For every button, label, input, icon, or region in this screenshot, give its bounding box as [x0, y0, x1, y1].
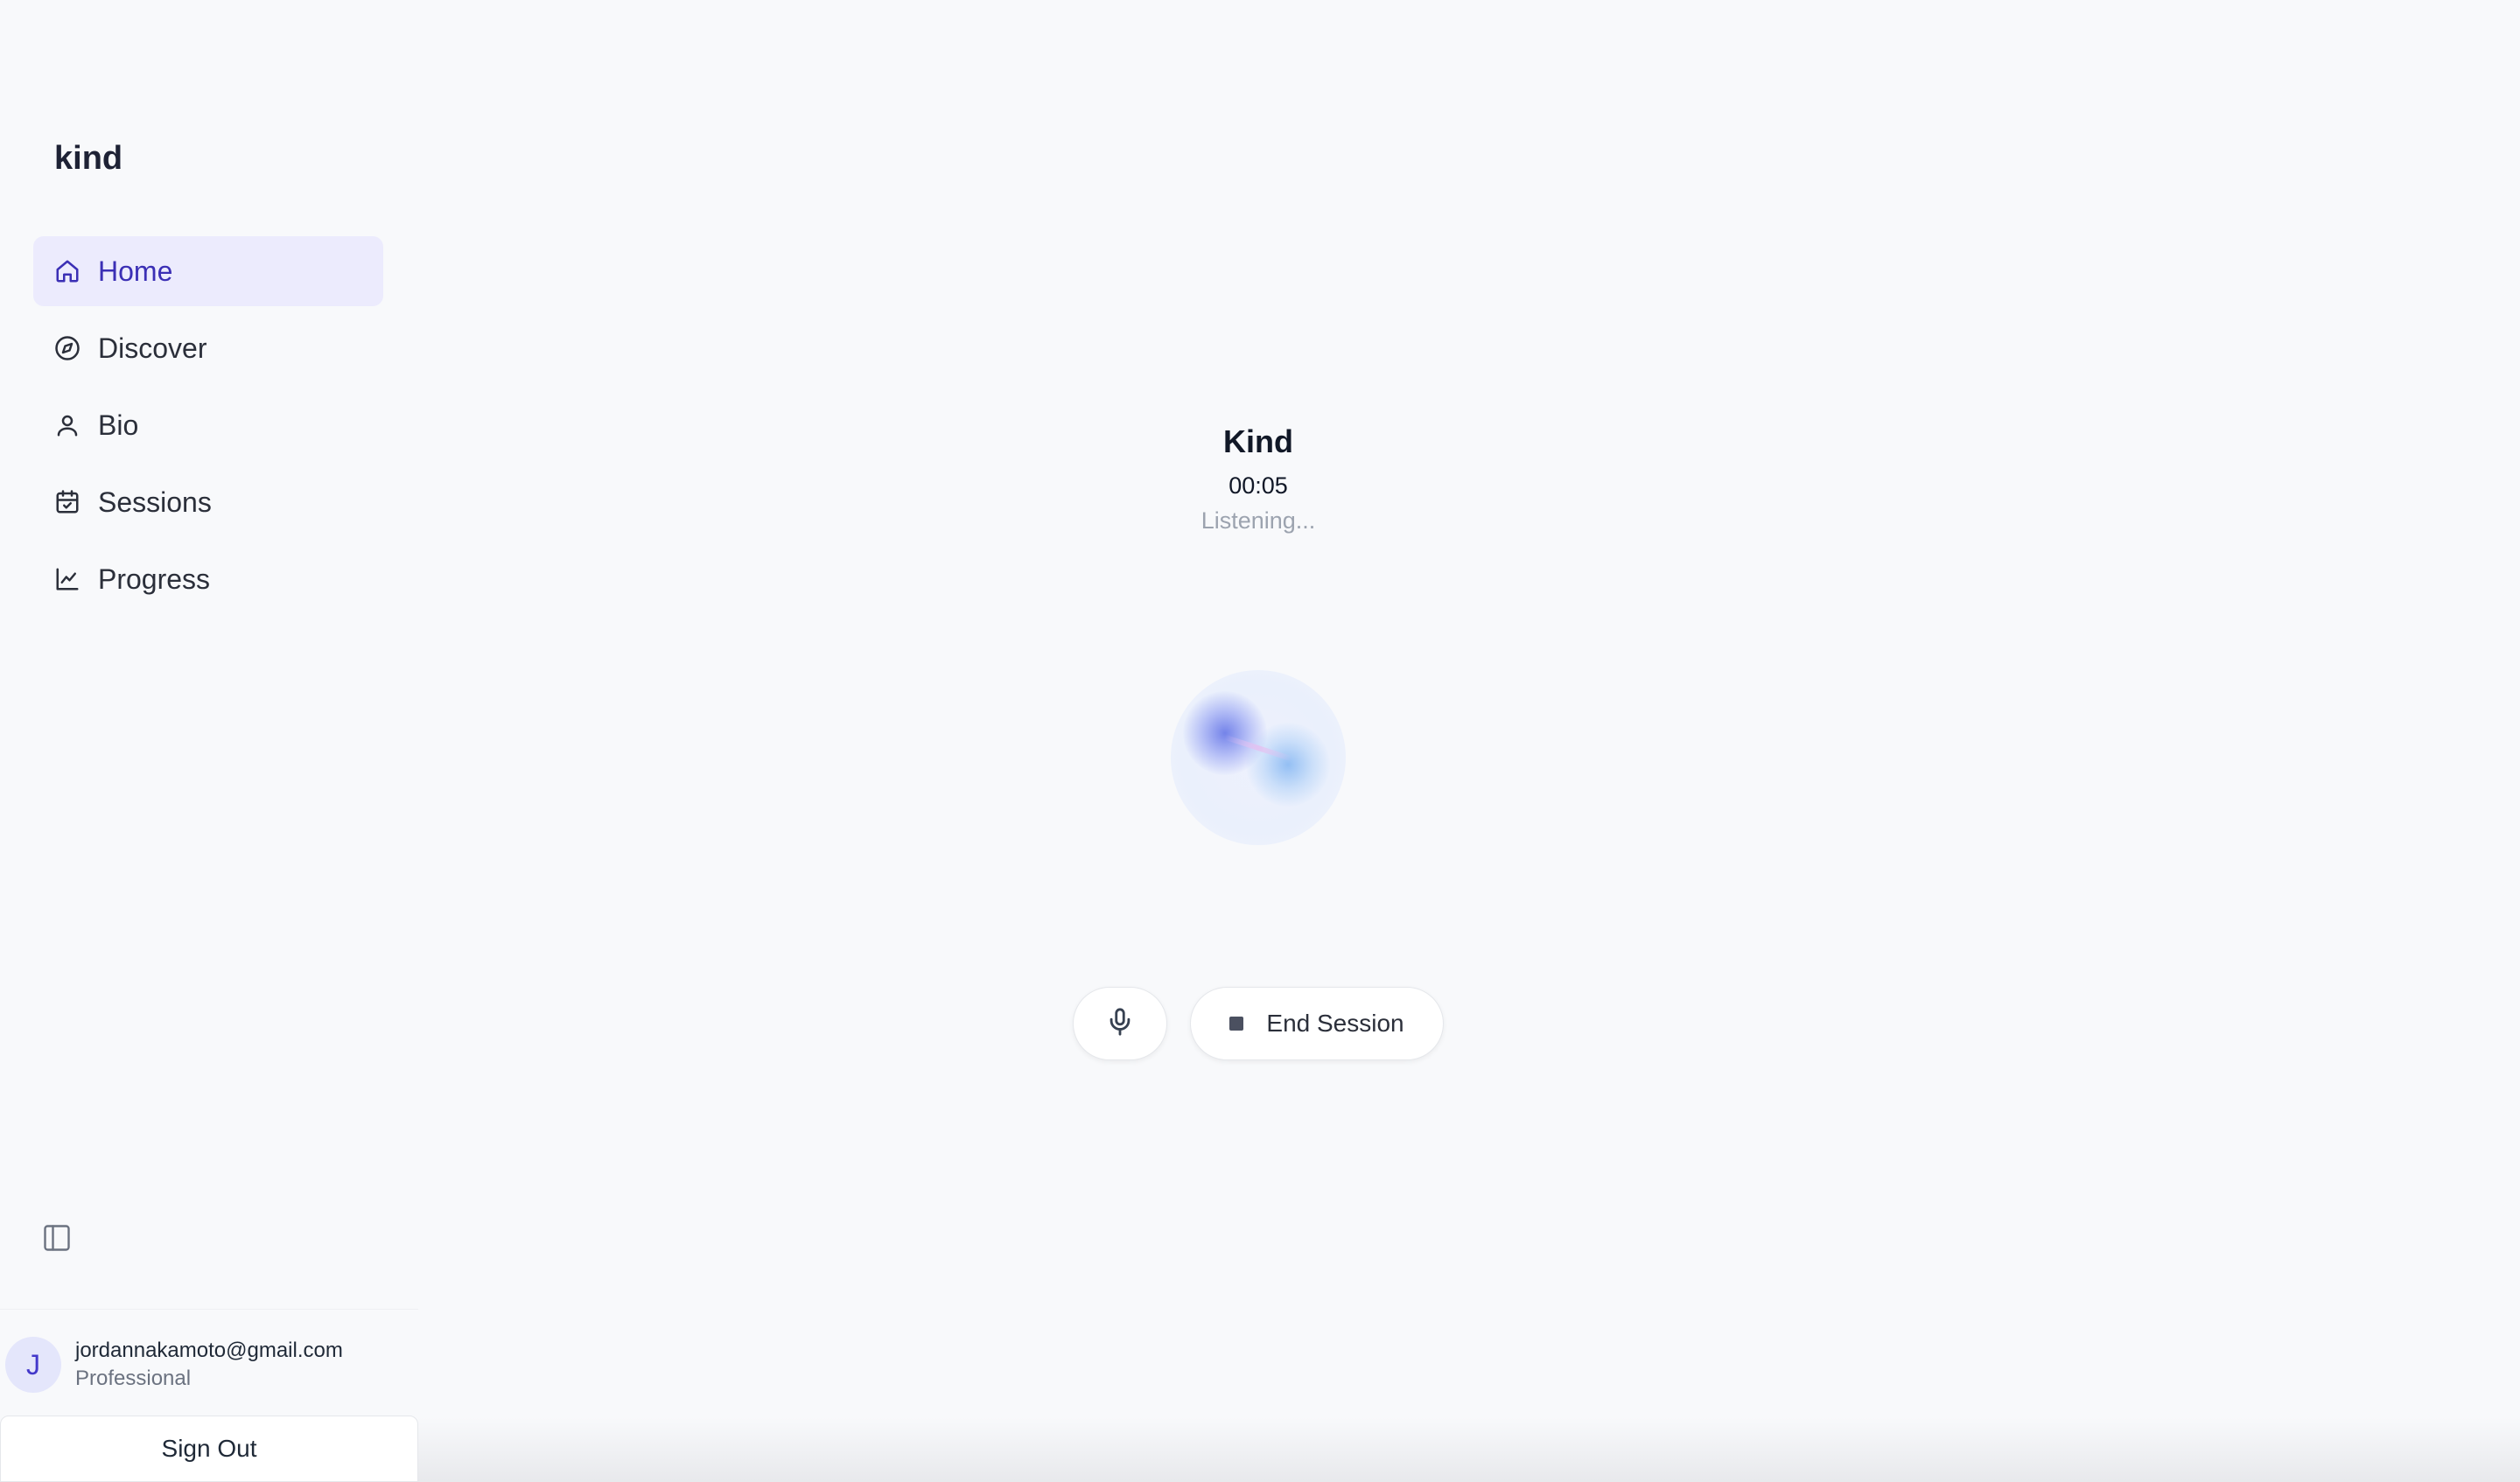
compass-icon: [54, 335, 80, 361]
user-info: jordannakamoto@gmail.com Professional: [75, 1337, 343, 1393]
orb-blob: [1246, 723, 1330, 807]
sidebar-item-label: Discover: [98, 332, 207, 364]
sidebar-item-label: Bio: [98, 409, 139, 441]
sidebar-toggle-button[interactable]: [40, 1223, 74, 1256]
session-timer: 00:05: [1228, 472, 1288, 499]
session-controls: End Session: [1073, 987, 1444, 1060]
microphone-button[interactable]: [1073, 987, 1167, 1060]
sidebar-item-label: Sessions: [98, 486, 212, 518]
stop-icon: [1229, 1017, 1244, 1031]
calendar-check-icon: [54, 489, 80, 515]
end-session-button[interactable]: End Session: [1190, 987, 1444, 1060]
voice-orb: [1171, 670, 1346, 845]
sidebar-item-label: Home: [98, 255, 173, 287]
sidebar-item-bio[interactable]: Bio: [33, 390, 383, 460]
user-email: jordannakamoto@gmail.com: [75, 1339, 343, 1362]
sidebar: kind Home Discover Bio Sessions Progress…: [0, 0, 418, 1482]
user-icon: [54, 412, 80, 438]
sidebar-item-progress[interactable]: Progress: [33, 544, 383, 614]
sign-out-button[interactable]: Sign Out: [0, 1416, 418, 1482]
sidebar-divider: [0, 1309, 418, 1310]
sidebar-nav: Home Discover Bio Sessions Progress: [33, 236, 383, 621]
home-icon: [54, 258, 80, 284]
app-window: kind Home Discover Bio Sessions Progress…: [0, 0, 2520, 1482]
user-plan: Professional: [75, 1367, 192, 1390]
end-session-label: End Session: [1266, 1010, 1404, 1037]
bottom-fade: [418, 1417, 2520, 1482]
brand-logo: kind: [54, 140, 123, 177]
user-profile[interactable]: J jordannakamoto@gmail.com Professional: [5, 1337, 343, 1393]
panel-left-icon: [41, 1222, 73, 1258]
avatar: J: [5, 1337, 61, 1393]
microphone-icon: [1105, 1007, 1135, 1041]
session-title: Kind: [1223, 423, 1293, 459]
sidebar-item-discover[interactable]: Discover: [33, 313, 383, 383]
sidebar-item-home[interactable]: Home: [33, 236, 383, 306]
line-chart-icon: [54, 566, 80, 592]
session-status: Listening...: [1200, 507, 1316, 534]
sidebar-item-label: Progress: [98, 563, 211, 595]
sidebar-item-sessions[interactable]: Sessions: [33, 467, 383, 537]
